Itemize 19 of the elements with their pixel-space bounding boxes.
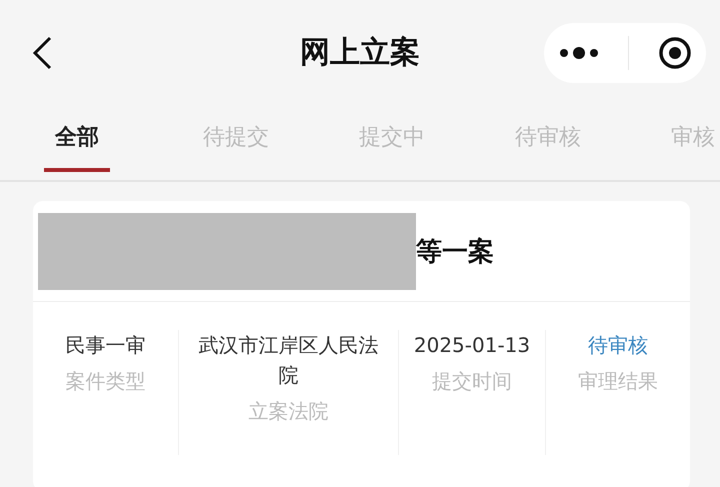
case-title: 等一案 <box>416 236 494 268</box>
field-value: 武汉市江岸区人民法院 <box>198 332 380 389</box>
page-title: 网上立案 <box>300 34 420 72</box>
field-label: 案件类型 <box>66 368 146 395</box>
field-value: 待审核 <box>588 332 648 359</box>
case-card[interactable]: 等一案 民事一审 案件类型 武汉市江岸区人民法院 立案法院 2025-01-13 提交时间 待审核 审理结果 <box>33 201 690 487</box>
tab[interactable]: 审核 <box>660 105 720 172</box>
field-label: 审理结果 <box>578 368 658 395</box>
back-icon[interactable] <box>31 36 53 70</box>
field-label: 立案法院 <box>248 398 328 425</box>
more-icon[interactable] <box>558 46 598 60</box>
field-value: 2025-01-13 <box>414 332 530 359</box>
tab[interactable]: 待审核 <box>504 105 592 172</box>
field-label: 提交时间 <box>432 368 512 395</box>
tab[interactable]: 全部 <box>44 105 110 172</box>
close-icon[interactable] <box>658 36 692 70</box>
tab[interactable]: 提交中 <box>348 105 436 172</box>
tab[interactable]: 待提交 <box>192 105 280 172</box>
field-value: 民事一审 <box>66 332 146 359</box>
